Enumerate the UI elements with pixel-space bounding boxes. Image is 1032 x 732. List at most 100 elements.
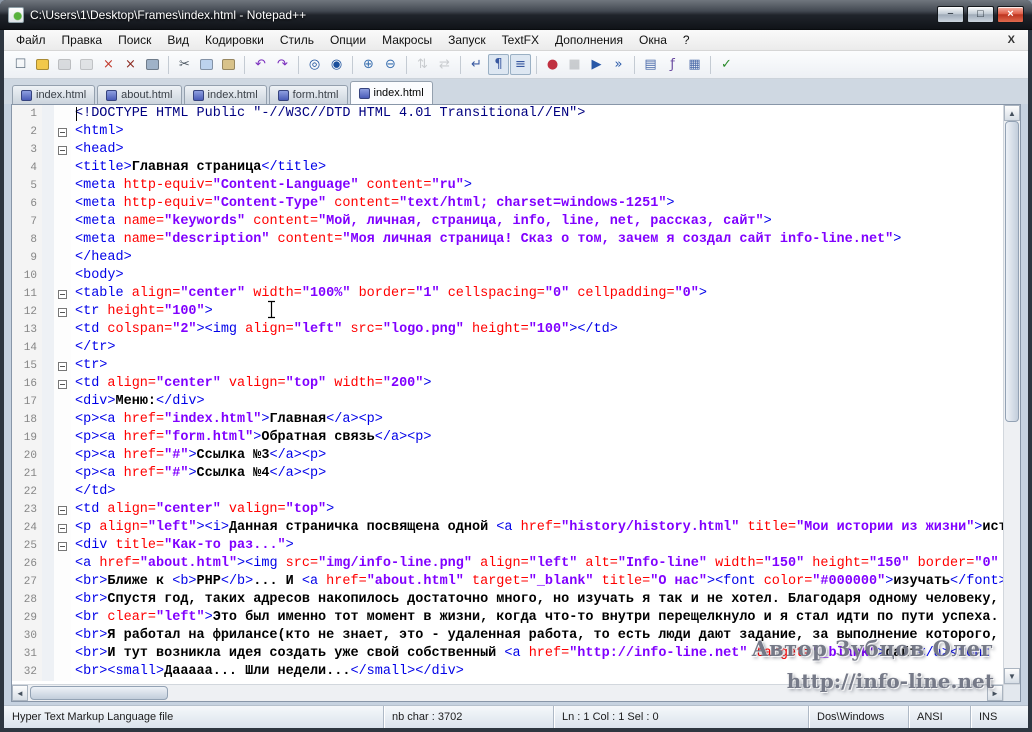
sync-horizontal-scroll-button[interactable]: ⇄ <box>434 54 455 75</box>
menu-item-дополнения[interactable]: Дополнения <box>547 31 631 49</box>
menu-item-макросы[interactable]: Макросы <box>374 31 440 49</box>
new-file-button[interactable]: ☐ <box>10 54 31 75</box>
stop-macro-button[interactable]: ■ <box>564 54 585 75</box>
title-bar[interactable]: C:\Users\1\Desktop\Frames\index.html - N… <box>0 0 1032 30</box>
tab-index-html[interactable]: index.html <box>350 81 433 104</box>
bookmark-margin[interactable] <box>42 501 54 519</box>
fold-collapse-icon[interactable] <box>58 128 67 137</box>
close-button[interactable]: × <box>997 6 1024 23</box>
fold-collapse-icon[interactable] <box>58 362 67 371</box>
bookmark-margin[interactable] <box>42 375 54 393</box>
spell-check-button[interactable]: ✓ <box>716 54 737 75</box>
bookmark-margin[interactable] <box>42 195 54 213</box>
bookmark-margin[interactable] <box>42 105 54 123</box>
bookmark-margin[interactable] <box>42 231 54 249</box>
save-file-button[interactable] <box>54 54 75 75</box>
scroll-down-button[interactable]: ▼ <box>1004 668 1020 684</box>
bookmark-margin[interactable] <box>42 429 54 447</box>
zoom-in-button[interactable]: ⊕ <box>358 54 379 75</box>
menu-item-файл[interactable]: Файл <box>8 31 54 49</box>
fold-collapse-icon[interactable] <box>58 290 67 299</box>
cut-button[interactable]: ✂ <box>174 54 195 75</box>
run-macro-multiple-button[interactable]: » <box>608 54 629 75</box>
bookmark-margin[interactable] <box>42 339 54 357</box>
bookmark-margin[interactable] <box>42 591 54 609</box>
horizontal-scroll-thumb[interactable] <box>30 686 168 700</box>
vertical-scroll-thumb[interactable] <box>1005 121 1019 422</box>
scroll-left-button[interactable]: ◄ <box>12 685 28 701</box>
menu-item-item[interactable]: ? <box>675 31 698 49</box>
word-wrap-button[interactable]: ↵ <box>466 54 487 75</box>
vertical-scrollbar[interactable]: ▲ ▼ <box>1003 105 1020 684</box>
function-list-button[interactable]: ƒ <box>662 54 683 75</box>
bookmark-margin[interactable] <box>42 177 54 195</box>
undo-button[interactable]: ↶ <box>250 54 271 75</box>
replace-button[interactable]: ◉ <box>326 54 347 75</box>
tab-form-html[interactable]: form.html <box>269 85 348 104</box>
close-file-button[interactable]: × <box>98 54 119 75</box>
bookmark-margin[interactable] <box>42 249 54 267</box>
fold-collapse-icon[interactable] <box>58 506 67 515</box>
copy-button[interactable] <box>196 54 217 75</box>
open-file-button[interactable] <box>32 54 53 75</box>
code-lines[interactable]: 1<!DOCTYPE HTML Public "-//W3C//DTD HTML… <box>12 105 1003 684</box>
menu-item-опции[interactable]: Опции <box>322 31 374 49</box>
bookmark-margin[interactable] <box>42 645 54 663</box>
bookmark-margin[interactable] <box>42 393 54 411</box>
bookmark-margin[interactable] <box>42 483 54 501</box>
bookmark-margin[interactable] <box>42 447 54 465</box>
menu-item-окна[interactable]: Окна <box>631 31 675 49</box>
menu-item-поиск[interactable]: Поиск <box>110 31 159 49</box>
menu-item-правка[interactable]: Правка <box>54 31 111 49</box>
folder-as-workspace-button[interactable]: ▦ <box>684 54 705 75</box>
tab-index-html[interactable]: index.html <box>184 85 267 104</box>
bookmark-margin[interactable] <box>42 141 54 159</box>
menu-item-кодировки[interactable]: Кодировки <box>197 31 272 49</box>
tab-about-html[interactable]: about.html <box>97 85 181 104</box>
bookmark-margin[interactable] <box>42 303 54 321</box>
menu-item-вид[interactable]: Вид <box>159 31 197 49</box>
bookmark-margin[interactable] <box>42 321 54 339</box>
bookmark-margin[interactable] <box>42 465 54 483</box>
paste-button[interactable] <box>218 54 239 75</box>
save-all-button[interactable] <box>76 54 97 75</box>
bookmark-margin[interactable] <box>42 609 54 627</box>
doc-map-button[interactable]: ▤ <box>640 54 661 75</box>
bookmark-margin[interactable] <box>42 663 54 681</box>
menu-item-стиль[interactable]: Стиль <box>272 31 322 49</box>
fold-margin[interactable] <box>54 537 71 555</box>
fold-collapse-icon[interactable] <box>58 146 67 155</box>
bookmark-margin[interactable] <box>42 357 54 375</box>
scroll-up-button[interactable]: ▲ <box>1004 105 1020 121</box>
bookmark-margin[interactable] <box>42 267 54 285</box>
bookmark-margin[interactable] <box>42 411 54 429</box>
show-all-chars-button[interactable]: ¶ <box>488 54 509 75</box>
menu-item-textfx[interactable]: TextFX <box>494 31 547 49</box>
zoom-out-button[interactable]: ⊖ <box>380 54 401 75</box>
fold-collapse-icon[interactable] <box>58 542 67 551</box>
menu-item-запуск[interactable]: Запуск <box>440 31 494 49</box>
bookmark-margin[interactable] <box>42 213 54 231</box>
vertical-scroll-track[interactable] <box>1004 121 1020 668</box>
fold-margin[interactable] <box>54 123 71 141</box>
minimize-button[interactable]: − <box>937 6 964 23</box>
print-button[interactable] <box>142 54 163 75</box>
record-macro-button[interactable]: ● <box>542 54 563 75</box>
fold-margin[interactable] <box>54 375 71 393</box>
indent-guide-button[interactable]: ≡ <box>510 54 531 75</box>
fold-margin[interactable] <box>54 285 71 303</box>
bookmark-margin[interactable] <box>42 123 54 141</box>
fold-margin[interactable] <box>54 357 71 375</box>
bookmark-margin[interactable] <box>42 159 54 177</box>
bookmark-margin[interactable] <box>42 285 54 303</box>
play-macro-button[interactable]: ▶ <box>586 54 607 75</box>
bookmark-margin[interactable] <box>42 573 54 591</box>
fold-collapse-icon[interactable] <box>58 380 67 389</box>
find-button[interactable]: ◎ <box>304 54 325 75</box>
fold-collapse-icon[interactable] <box>58 524 67 533</box>
fold-margin[interactable] <box>54 303 71 321</box>
fold-margin[interactable] <box>54 519 71 537</box>
fold-margin[interactable] <box>54 141 71 159</box>
fold-margin[interactable] <box>54 501 71 519</box>
bookmark-margin[interactable] <box>42 627 54 645</box>
